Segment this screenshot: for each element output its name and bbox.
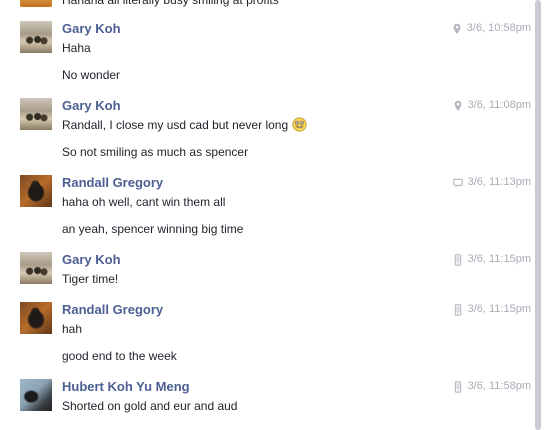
timestamp: 3/6, 11:15pm	[467, 303, 531, 315]
message-group: Randall Gregory 3/6, 11:15pm hah good en…	[0, 301, 531, 369]
sender-name[interactable]: Randall Gregory	[62, 174, 163, 191]
message-meta: 3/6, 11:15pm	[453, 252, 531, 267]
message-text: Shorted on gold and eur and aud	[62, 399, 238, 413]
previous-avatar[interactable]	[20, 0, 52, 7]
location-pin-icon	[454, 100, 461, 111]
message-text: No wonder	[62, 68, 121, 82]
message-group: Gary Koh 3/6, 10:58pm Haha No wonder	[0, 20, 531, 88]
timestamp: 3/6, 10:58pm	[466, 22, 531, 34]
timestamp: 3/6, 11:08pm	[467, 99, 531, 111]
message-text: haha oh well, cant win them all	[62, 195, 226, 209]
mobile-phone-icon	[454, 253, 461, 266]
sender-name[interactable]: Randall Gregory	[62, 301, 163, 318]
sender-name[interactable]: Gary Koh	[62, 97, 121, 114]
message-text: Tiger time!	[62, 272, 119, 286]
grin-emoji-icon	[292, 117, 307, 132]
hubert-koh-avatar[interactable]	[20, 379, 52, 411]
message-text: Randall, I close my usd cad but never lo…	[62, 118, 289, 132]
message-group: Gary Koh 3/6, 11:08pm Randall, I close m…	[0, 97, 531, 165]
message-meta: 3/6, 11:15pm	[453, 302, 531, 317]
scrollbar-thumb[interactable]	[535, 0, 541, 430]
message-text: hah	[62, 322, 83, 336]
message-group: Hubert Koh Yu Meng 3/6, 11:58pm Shorted …	[0, 378, 531, 422]
message-group: Gary Koh 3/6, 11:15pm Tiger time!	[0, 251, 531, 291]
message-meta: 3/6, 11:13pm	[452, 175, 531, 190]
message-meta: 3/6, 11:58pm	[453, 379, 531, 394]
message-text-row: Randall, I close my usd cad but never lo…	[62, 116, 307, 134]
message-text: good end to the week	[62, 349, 177, 363]
mobile-phone-icon	[454, 303, 461, 316]
message-text: Haha	[62, 41, 91, 55]
message-text: Hahaha all literally busy smiling at pro…	[62, 0, 279, 7]
message-group: Randall Gregory 3/6, 11:13pm haha oh wel…	[0, 174, 531, 242]
randall-gregory-avatar[interactable]	[20, 302, 52, 334]
mobile-phone-icon	[454, 380, 461, 393]
message-text: an yeah, spencer winning big time	[62, 222, 244, 236]
location-pin-icon	[453, 23, 461, 34]
message-thread-viewport[interactable]: Hahaha all literally busy smiling at pro…	[0, 0, 545, 430]
timestamp: 3/6, 11:15pm	[467, 253, 531, 265]
message-meta: 3/6, 11:08pm	[453, 98, 531, 113]
sender-name[interactable]: Gary Koh	[62, 251, 121, 268]
chat-bubble-icon	[452, 178, 463, 188]
scrollbar[interactable]	[531, 0, 545, 430]
message-text: So not smiling as much as spencer	[62, 145, 249, 159]
randall-gregory-avatar[interactable]	[20, 175, 52, 207]
sender-name[interactable]: Hubert Koh Yu Meng	[62, 378, 190, 395]
gary-koh-avatar[interactable]	[20, 252, 52, 284]
gary-koh-avatar[interactable]	[20, 21, 52, 53]
sender-name[interactable]: Gary Koh	[62, 20, 121, 37]
timestamp: 3/6, 11:13pm	[467, 176, 531, 188]
timestamp: 3/6, 11:58pm	[467, 380, 531, 392]
message-meta: 3/6, 10:58pm	[452, 21, 531, 36]
gary-koh-avatar[interactable]	[20, 98, 52, 130]
